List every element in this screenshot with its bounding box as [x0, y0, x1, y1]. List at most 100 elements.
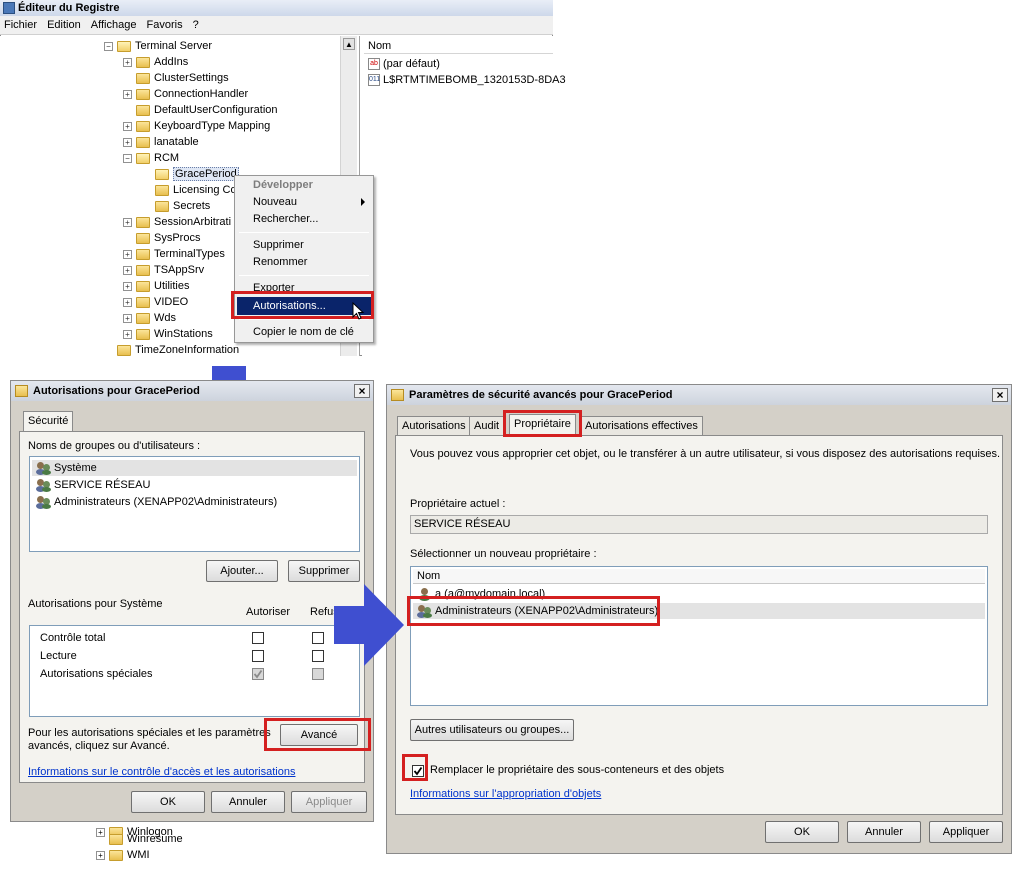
perms-for-label: Autorisations pour Système [28, 598, 163, 610]
list-item[interactable]: Système [32, 460, 357, 476]
other-users-button[interactable]: Autres utilisateurs ou groupes... [410, 719, 574, 741]
apply-button[interactable]: Appliquer [291, 791, 367, 813]
menu-affichage[interactable]: Affichage [91, 19, 137, 31]
tree-item[interactable]: − Terminal Server [104, 38, 212, 54]
tree-item[interactable]: + VIDEO [123, 294, 188, 310]
tree-item-selected[interactable]: GracePeriod [142, 166, 239, 182]
tree-item[interactable]: + WinStations [123, 326, 213, 342]
menu-item-copier-nom[interactable]: Copier le nom de clé [253, 324, 354, 341]
deny-lecture-checkbox[interactable] [312, 650, 324, 662]
expand-icon[interactable]: + [123, 281, 132, 291]
menu-help[interactable]: ? [193, 19, 199, 31]
advanced-text-2: avancés, cliquez sur Avancé. [28, 740, 170, 752]
list-item[interactable]: SERVICE RÉSEAU [32, 477, 357, 493]
collapse-icon[interactable]: − [104, 41, 113, 51]
ok-button[interactable]: OK [131, 791, 205, 813]
folder-icon [136, 280, 150, 292]
menu-item-nouveau[interactable]: Nouveau [253, 194, 297, 211]
tree-item[interactable]: + Utilities [123, 278, 189, 294]
menu-item-developper[interactable]: Développer [253, 177, 313, 194]
tree-item[interactable]: Winresume [109, 831, 183, 847]
tree-item[interactable]: TimeZoneInformation [104, 342, 239, 356]
expand-icon[interactable]: + [123, 57, 132, 67]
current-owner-label: Propriétaire actuel : [410, 498, 506, 510]
tree-item[interactable]: Secrets [142, 198, 210, 214]
registry-title-bar: Éditeur du Registre [0, 0, 553, 16]
expand-icon[interactable]: + [123, 121, 132, 131]
collapse-icon[interactable]: − [123, 153, 132, 163]
value-row[interactable]: ab (par défaut) [368, 56, 440, 72]
expand-icon[interactable]: + [123, 297, 132, 307]
folder-icon [136, 216, 150, 228]
ok-button[interactable]: OK [765, 821, 839, 843]
expand-icon[interactable]: + [123, 329, 132, 339]
groups-label: Noms de groupes ou d'utilisateurs : [28, 440, 201, 452]
deny-speciales-checkbox[interactable] [312, 668, 324, 680]
menu-fichier[interactable]: Fichier [4, 19, 37, 31]
ownership-link[interactable]: Informations sur l'appropriation d'objet… [410, 788, 601, 800]
folder-icon [136, 232, 150, 244]
expand-icon[interactable]: + [123, 313, 132, 323]
cancel-button[interactable]: Annuler [847, 821, 921, 843]
owner-info: Vous pouvez vous approprier cet objet, o… [410, 448, 1001, 460]
apply-button[interactable]: Appliquer [929, 821, 1003, 843]
tree-item[interactable]: + SessionArbitrati [123, 214, 231, 230]
remove-button[interactable]: Supprimer [288, 560, 360, 582]
tree-item[interactable]: + Wds [123, 310, 176, 326]
tree-item[interactable]: − RCM [123, 150, 179, 166]
users-icon [36, 495, 51, 509]
menu-item-renommer[interactable]: Renommer [253, 254, 307, 271]
tab-audit[interactable]: Audit [469, 416, 505, 435]
binary-value-icon: 011 [368, 74, 380, 87]
menu-item-rechercher[interactable]: Rechercher... [253, 211, 318, 228]
tree-item[interactable]: SysProcs [123, 230, 200, 246]
expand-icon[interactable]: + [123, 265, 132, 275]
menu-item-supprimer[interactable]: Supprimer [253, 237, 304, 254]
list-item[interactable]: Administrateurs (XENAPP02\Administrateur… [32, 494, 357, 510]
users-icon [36, 461, 51, 475]
close-icon[interactable]: × [354, 384, 370, 398]
tree-item[interactable]: DefaultUserConfiguration [123, 102, 278, 118]
folder-icon [136, 328, 150, 340]
tree-item[interactable]: Licensing Co [142, 182, 237, 198]
highlight-box [503, 410, 582, 437]
folder-open-icon [136, 152, 150, 164]
tab-securite[interactable]: Sécurité [23, 411, 74, 432]
expand-icon[interactable]: + [123, 137, 132, 147]
folder-icon [136, 248, 150, 260]
tree-item[interactable]: + lanatable [123, 134, 199, 150]
access-control-link[interactable]: Informations sur le contrôle d'accès et … [28, 766, 295, 778]
tree-item[interactable]: + TSAppSrv [123, 262, 204, 278]
folder-icon [117, 344, 131, 356]
tree-item[interactable]: ClusterSettings [123, 70, 229, 86]
list-header[interactable]: Nom [413, 569, 985, 584]
advanced-title: Paramètres de sécurité avancés pour Grac… [409, 389, 673, 401]
expand-icon[interactable]: + [123, 249, 132, 259]
tree-item[interactable]: + ConnectionHandler [123, 86, 248, 102]
tree-item[interactable]: + TerminalTypes [123, 246, 225, 262]
add-button[interactable]: Ajouter... [206, 560, 278, 582]
tab-autorisations[interactable]: Autorisations [397, 416, 471, 435]
close-icon[interactable]: × [992, 388, 1008, 402]
menu-edition[interactable]: Edition [47, 19, 81, 31]
submenu-arrow-icon [361, 198, 365, 206]
scroll-up-icon[interactable]: ▲ [343, 38, 355, 50]
values-column-header[interactable]: Nom [364, 38, 553, 54]
tree-item[interactable]: + WMI [96, 847, 150, 863]
menu-favoris[interactable]: Favoris [147, 19, 183, 31]
allow-lecture-checkbox[interactable] [252, 650, 264, 662]
cancel-button[interactable]: Annuler [211, 791, 285, 813]
value-row[interactable]: 011 L$RTMTIMEBOMB_1320153D-8DA3 [368, 72, 566, 88]
tree-item[interactable]: + AddIns [123, 54, 188, 70]
registry-app-icon [3, 2, 15, 14]
deny-controle-total-checkbox[interactable] [312, 632, 324, 644]
allow-controle-total-checkbox[interactable] [252, 632, 264, 644]
users-icon [36, 478, 51, 492]
expand-icon[interactable]: + [123, 89, 132, 99]
expand-icon[interactable]: + [123, 217, 132, 227]
replace-owner-label: Remplacer le propriétaire des sous-conte… [430, 764, 725, 776]
tab-autorisations-effectives[interactable]: Autorisations effectives [580, 416, 703, 435]
tree-item[interactable]: + KeyboardType Mapping [123, 118, 270, 134]
highlight-box [407, 596, 660, 626]
allow-speciales-checkbox[interactable] [252, 668, 264, 680]
